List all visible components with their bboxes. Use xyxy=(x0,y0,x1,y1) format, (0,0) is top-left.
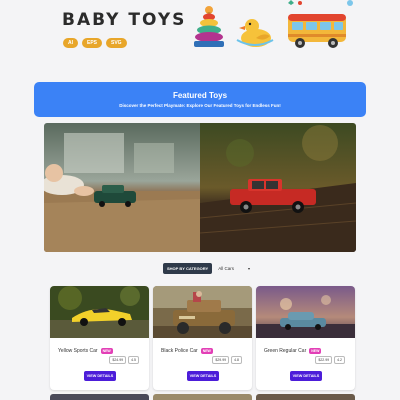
page: BABY TOYS AI EPS SVG Featured Toys Disco… xyxy=(0,0,400,400)
product-card-peek[interactable] xyxy=(153,394,252,400)
new-badge: NEW xyxy=(309,348,322,354)
product-title: Green Regular Car xyxy=(264,348,307,354)
product-image-black-police-car xyxy=(153,286,252,338)
header: BABY TOYS AI EPS SVG xyxy=(0,0,400,64)
shop-by-category-button[interactable]: SHOP BY CATEGORY xyxy=(163,263,213,274)
format-badge-ai: AI xyxy=(63,38,78,48)
new-badge: NEW xyxy=(200,348,213,354)
view-details-button[interactable]: VIEW DETAILS xyxy=(187,371,219,381)
new-badge: NEW xyxy=(100,348,113,354)
featured-subtitle: Discover the Perfect Playmate: Explore O… xyxy=(119,103,281,108)
ring-stacker-icon xyxy=(194,6,224,47)
price-chip: $22.99 xyxy=(315,356,333,364)
price-chip: $29.99 xyxy=(212,356,230,364)
product-title: Black Police Car xyxy=(161,348,198,354)
header-toy-illustrations xyxy=(194,0,353,48)
product-card[interactable]: Black Police Car NEW $29.99 4.8 VIEW DET… xyxy=(153,286,252,390)
format-badge-eps: EPS xyxy=(82,38,103,48)
rating-chip: 4.5 xyxy=(128,356,139,364)
view-details-button[interactable]: VIEW DETAILS xyxy=(290,371,322,381)
format-badges: AI EPS SVG xyxy=(63,38,127,48)
hero-gallery xyxy=(44,123,356,252)
product-card[interactable]: Yellow Sports Car NEW $24.99 4.5 VIEW DE… xyxy=(50,286,149,390)
product-card-peek[interactable] xyxy=(256,394,355,400)
format-badge-svg: SVG xyxy=(106,38,127,48)
brand-title: BABY TOYS xyxy=(62,10,187,30)
hero-image-baby-with-car[interactable] xyxy=(44,123,200,252)
product-image-green-regular-car xyxy=(256,286,355,338)
view-details-button[interactable]: VIEW DETAILS xyxy=(84,371,116,381)
product-image-yellow-sports-car xyxy=(50,286,149,338)
category-select[interactable]: All Cars ▾ xyxy=(216,264,252,273)
product-grid-next-row xyxy=(50,394,355,400)
rating-chip: 4.8 xyxy=(231,356,242,364)
toy-bus-icon xyxy=(288,14,346,48)
hero-image-red-truck[interactable] xyxy=(200,123,356,252)
featured-banner: Featured Toys Discover the Perfect Playm… xyxy=(34,82,366,117)
price-chip: $24.99 xyxy=(109,356,127,364)
product-grid: Yellow Sports Car NEW $24.99 4.5 VIEW DE… xyxy=(50,286,355,390)
rating-chip: 4.2 xyxy=(334,356,345,364)
featured-title: Featured Toys xyxy=(172,91,228,100)
chevron-down-icon: ▾ xyxy=(247,266,250,271)
rubber-duck-icon xyxy=(236,19,274,47)
category-select-value: All Cars xyxy=(218,266,234,271)
product-card[interactable]: Green Regular Car NEW $22.99 4.2 VIEW DE… xyxy=(256,286,355,390)
product-card-peek[interactable] xyxy=(50,394,149,400)
product-title: Yellow Sports Car xyxy=(58,348,98,354)
category-filter: SHOP BY CATEGORY All Cars ▾ xyxy=(163,263,252,274)
